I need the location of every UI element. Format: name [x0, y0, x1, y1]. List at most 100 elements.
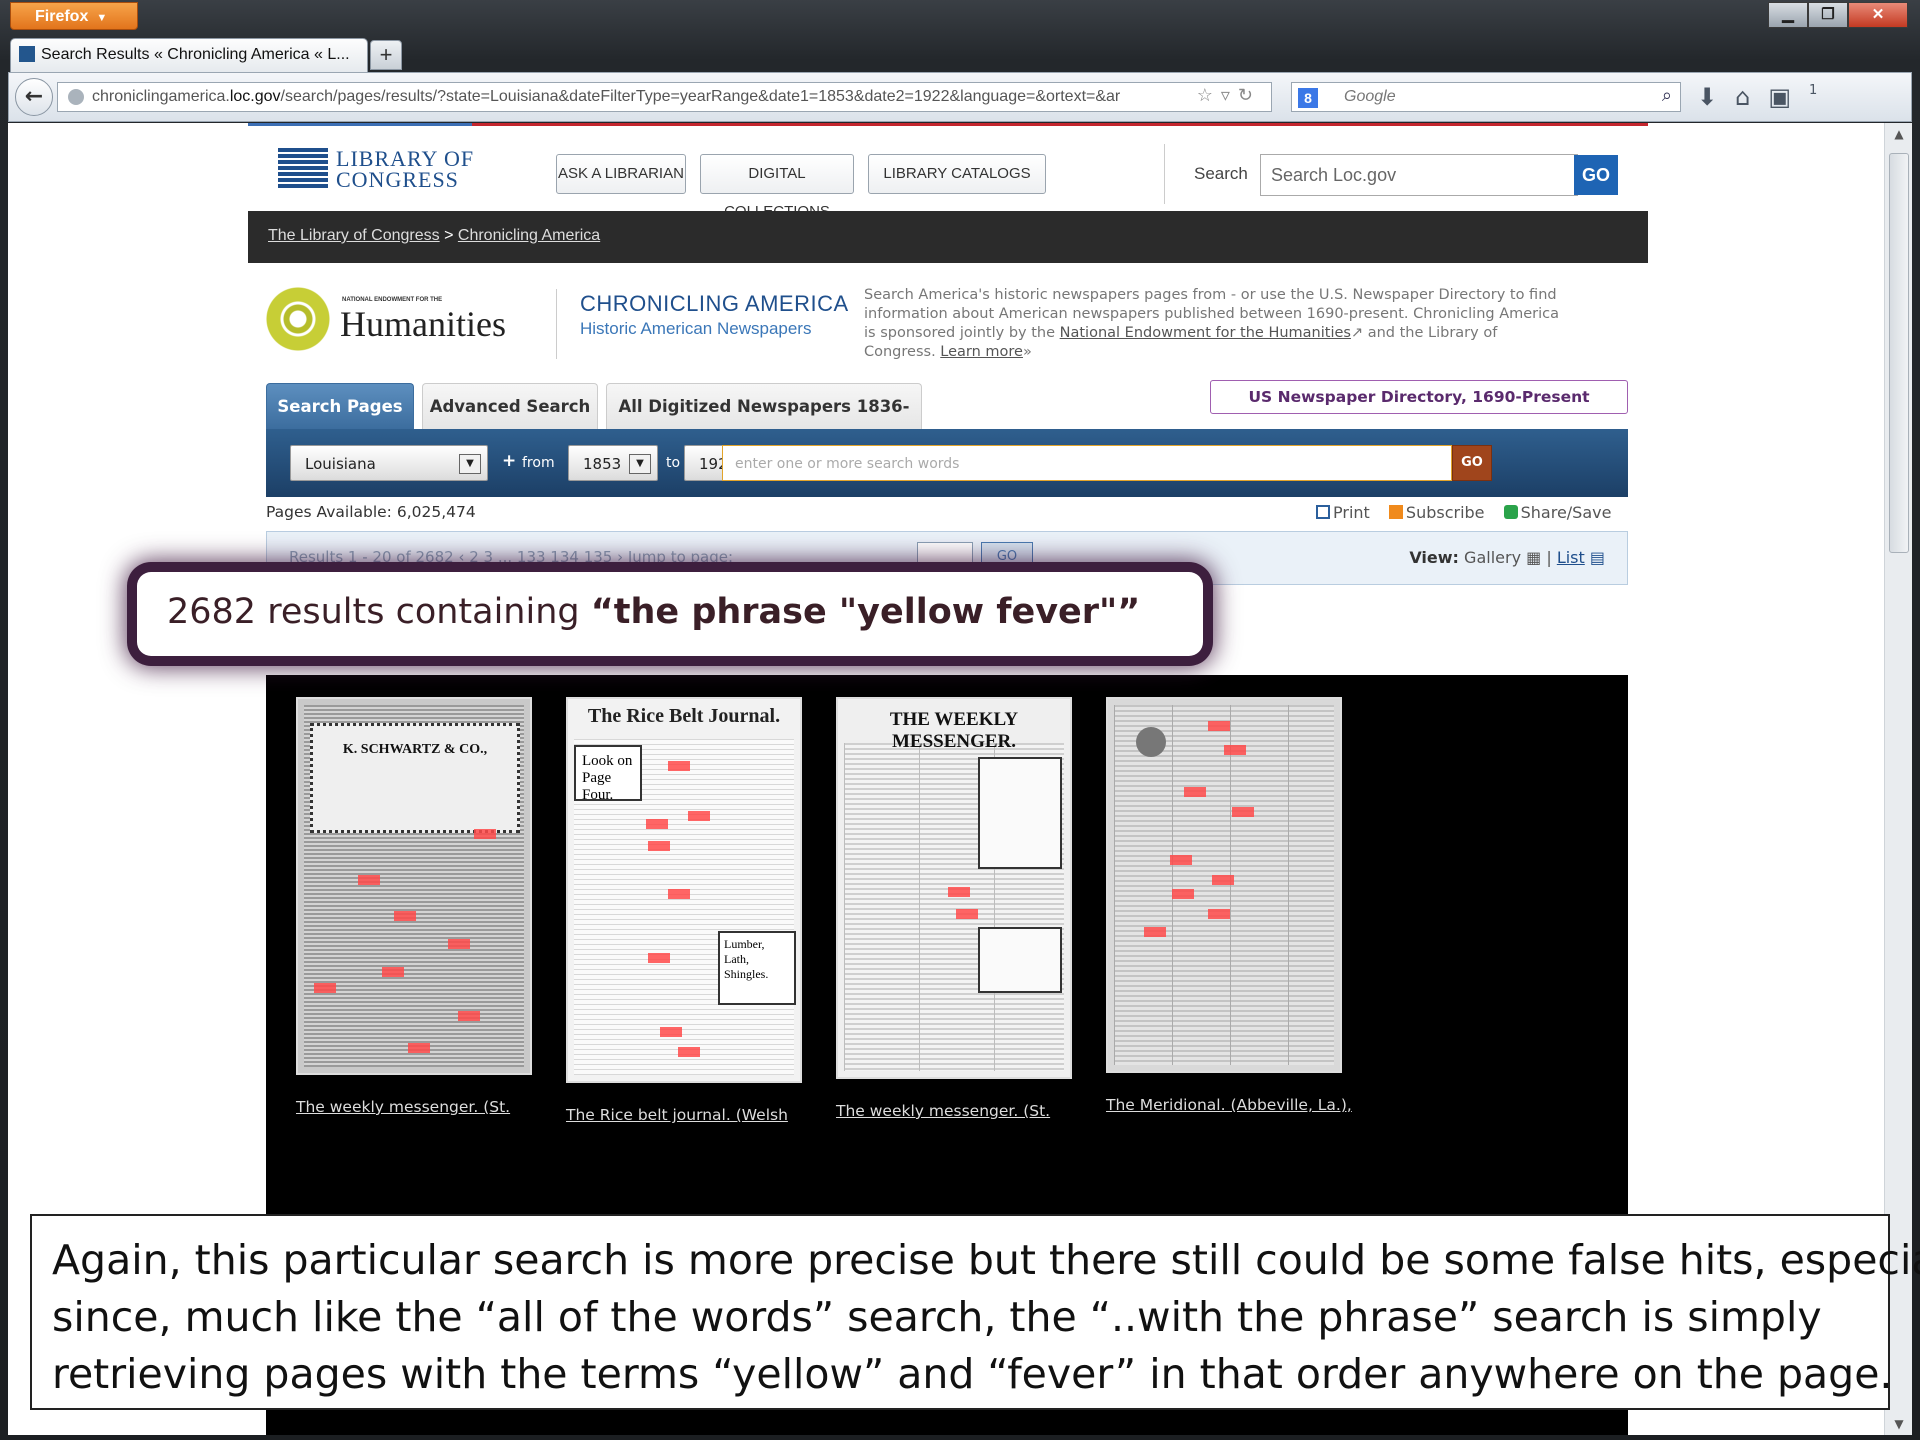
external-link-icon: ↗	[1350, 325, 1364, 341]
breadcrumb-current-link[interactable]: Chronicling America	[458, 227, 600, 244]
ca-subtitle: Historic American Newspapers	[580, 319, 812, 338]
result-thumbnail[interactable]: The Rice Belt Journal. Look on Page Four…	[566, 697, 802, 1083]
bookmark-star-icon[interactable]: ☆	[1197, 85, 1221, 105]
download-icon[interactable]: ⬇	[1697, 83, 1735, 111]
firefox-menu-button[interactable]: Firefox ▼	[10, 2, 138, 30]
hit-highlight	[660, 1027, 682, 1037]
bookmarks-menu-icon[interactable]: ▣	[1768, 83, 1809, 111]
tab-title: Search Results « Chronicling America « L…	[41, 46, 350, 63]
from-label: from	[522, 455, 555, 471]
loc-logo[interactable]: LIBRARY OF CONGRESS	[278, 148, 488, 192]
loc-favicon-icon	[19, 46, 35, 62]
ca-title[interactable]: CHRONICLING AMERICA	[580, 291, 849, 317]
print-icon[interactable]	[1316, 505, 1330, 519]
minimize-button[interactable]: ▁	[1768, 2, 1808, 28]
digital-collections-button[interactable]: DIGITAL COLLECTIONS	[700, 154, 854, 220]
neh-logo[interactable]: NATIONAL ENDOWMENT FOR THE Humanities	[266, 285, 536, 351]
hit-highlight	[1232, 807, 1254, 817]
search-bar: Louisiana▼ + from 1853▼ to 1922▼ + enter…	[266, 429, 1628, 497]
breadcrumb: The Library of Congress > Chronicling Am…	[248, 211, 1648, 263]
result-thumbnail[interactable]	[1106, 697, 1342, 1073]
hit-highlight	[648, 841, 670, 851]
result-caption-link[interactable]: The weekly messenger. (St.	[296, 1098, 510, 1116]
tab-all-digitized-newspapers[interactable]: All Digitized Newspapers 1836-1922	[606, 383, 922, 462]
scroll-up-icon[interactable]: ▲	[1885, 127, 1913, 141]
from-year-select[interactable]: 1853 ▼	[568, 445, 658, 481]
list-view-link[interactable]: List	[1557, 548, 1585, 567]
tab-search-pages[interactable]: Search Pages	[266, 383, 414, 429]
jump-go-button[interactable]: GO	[981, 542, 1033, 572]
hit-highlight	[948, 887, 970, 897]
hit-highlight	[678, 1047, 700, 1057]
close-window-button[interactable]: ✕	[1848, 2, 1908, 28]
learn-more-link[interactable]: Learn more	[940, 344, 1023, 360]
grid-icon[interactable]: ▦	[1526, 548, 1541, 567]
loc-search-input[interactable]: Search Loc.gov	[1260, 154, 1578, 196]
result-thumbnail[interactable]: THE WEEKLY MESSENGER.	[836, 697, 1072, 1079]
chevron-down-icon: ▼	[459, 454, 481, 474]
google-icon[interactable]: 8	[1298, 88, 1318, 108]
view-switcher: View: Gallery ▦ | List ▤	[1409, 548, 1605, 567]
from-year-value: 1853	[583, 455, 622, 473]
result-thumbnail[interactable]: K. SCHWARTZ & CO.,	[296, 697, 532, 1075]
url-domain: loc.gov	[229, 88, 281, 105]
hit-highlight	[448, 939, 470, 949]
tab-advanced-search[interactable]: Advanced Search	[422, 383, 598, 429]
result-caption-link[interactable]: The Meridional. (Abbeville, La.),	[1106, 1096, 1352, 1114]
result-caption-link[interactable]: The weekly messenger. (St.	[836, 1102, 1050, 1120]
ask-a-librarian-button[interactable]: ASK A LIBRARIAN	[556, 154, 686, 194]
browser-window: Firefox ▼ ▁ ❐ ✕ Search Results « Chronicl…	[0, 0, 1920, 1440]
hit-highlight	[408, 1043, 430, 1053]
state-value: Louisiana	[305, 455, 376, 473]
callout-phrase: “the phrase "yellow fever"”	[590, 592, 1141, 632]
search-icon[interactable]: ⌕	[1662, 85, 1672, 106]
header-divider	[1164, 144, 1165, 204]
desc-line: Search America's historic newspapers pag…	[864, 287, 1557, 303]
new-tab-button[interactable]: +	[370, 40, 402, 70]
subscribe-link[interactable]: Subscribe	[1406, 503, 1485, 522]
hit-highlight	[1184, 787, 1206, 797]
library-catalogs-button[interactable]: LIBRARY CATALOGS	[868, 154, 1046, 194]
result-caption-link[interactable]: The Rice belt journal. (Welsh	[566, 1106, 788, 1124]
plus-icon[interactable]: +	[502, 451, 516, 471]
history-dropdown-icon[interactable]: ▿	[1221, 85, 1238, 105]
neh-flower-icon	[266, 287, 330, 351]
view-label: View:	[1409, 548, 1459, 567]
addon-badge[interactable]: 1	[1809, 83, 1835, 98]
hit-highlight	[474, 829, 496, 839]
url-bar[interactable]: chroniclingamerica.loc.gov/search/pages/…	[57, 82, 1272, 112]
share-link[interactable]: Share/Save	[1521, 503, 1612, 522]
site-identity-icon[interactable]	[68, 89, 84, 105]
back-button[interactable]: ←	[15, 78, 53, 116]
state-select[interactable]: Louisiana ▼	[290, 445, 488, 481]
hit-highlight	[458, 1011, 480, 1021]
scrollbar-thumb[interactable]	[1889, 153, 1909, 553]
maximize-button[interactable]: ❐	[1808, 2, 1848, 28]
hit-highlight	[394, 911, 416, 921]
thumbnail-ad	[978, 757, 1062, 869]
hit-highlight	[646, 819, 668, 829]
rss-icon[interactable]	[1388, 505, 1403, 519]
hit-highlight	[1212, 875, 1234, 885]
hit-highlight	[1170, 855, 1192, 865]
breadcrumb-home-link[interactable]: The Library of Congress	[268, 227, 440, 244]
list-icon[interactable]: ▤	[1590, 548, 1605, 567]
print-link[interactable]: Print	[1333, 503, 1370, 522]
home-icon[interactable]: ⌂	[1735, 83, 1768, 111]
search-go-button[interactable]: GO	[1452, 445, 1492, 481]
share-icon[interactable]	[1503, 505, 1518, 519]
browser-tab[interactable]: Search Results « Chronicling America « L…	[10, 38, 368, 72]
thumbnail-ad: Look on Page Four.	[574, 745, 642, 803]
desc-text: and the Library of	[1363, 325, 1498, 341]
search-words-input[interactable]: enter one or more search words	[722, 445, 1452, 481]
hit-highlight	[382, 967, 404, 977]
search-engine-box[interactable]: 8 Google ⌕	[1291, 82, 1681, 112]
loc-search-go-button[interactable]: GO	[1574, 155, 1618, 195]
scroll-down-icon[interactable]: ▼	[1885, 1417, 1913, 1431]
reload-icon[interactable]: ↻	[1238, 85, 1261, 105]
pagination[interactable]: Results 1 - 20 of 2682 ‹ 2 3 ... 133 134…	[289, 548, 733, 566]
us-newspaper-directory-link[interactable]: US Newspaper Directory, 1690-Present	[1210, 380, 1628, 414]
gallery-view-link[interactable]: Gallery	[1464, 548, 1521, 567]
jump-to-page-input[interactable]	[917, 542, 973, 572]
neh-link[interactable]: National Endowment for the Humanities	[1060, 325, 1351, 341]
